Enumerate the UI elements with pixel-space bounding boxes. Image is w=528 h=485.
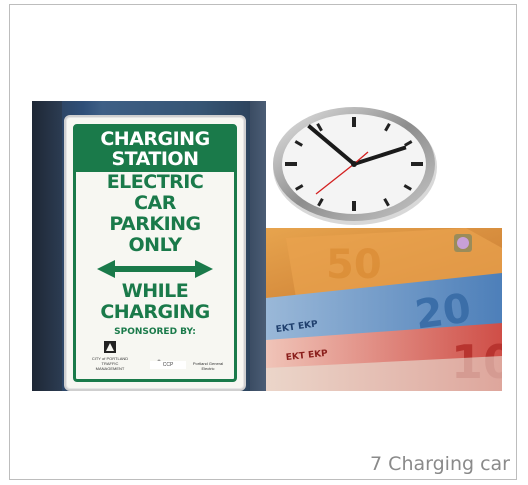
euro-banknotes-photo: 50 20 EKT EKP 10 EKT EKP: [266, 228, 502, 391]
sign-border: CHARGING STATION ELECTRIC CAR PARKING ON…: [73, 124, 237, 382]
sign-header-line-2: STATION: [111, 148, 199, 170]
city-portland-logo: CITY of PORTLAND TRAFFIC MANAGEMENT: [88, 339, 132, 371]
sign-line-car: CAR: [134, 192, 176, 214]
sign-line-only: ONLY: [128, 234, 182, 256]
sign-line-while: WHILE: [121, 280, 189, 302]
sign-code: CCP: [162, 362, 174, 368]
sponsored-label: SPONSORED BY:: [114, 327, 196, 337]
sign-header: CHARGING STATION: [76, 127, 234, 172]
pge-logo-text: Portland General Electric: [192, 361, 224, 371]
charging-sign-photo: CHARGING STATION ELECTRIC CAR PARKING ON…: [32, 101, 266, 391]
pge-logo: Portland General Electric: [186, 361, 230, 371]
double-arrow-icon: [97, 260, 213, 278]
sign-line-electric: ELECTRIC: [106, 171, 204, 193]
sign-line-parking: PARKING: [109, 213, 201, 235]
sign-code-plate: CCP: [150, 361, 186, 369]
sign-line-charging: CHARGING: [100, 301, 210, 323]
euro-50-label: 50: [326, 242, 382, 288]
city-seal-icon: [104, 341, 116, 353]
slide-caption: 7 Charging car: [370, 453, 510, 475]
sign-header-line-1: CHARGING: [100, 128, 210, 150]
wall-edge: [250, 101, 266, 391]
city-portland-logo-text: CITY of PORTLAND TRAFFIC MANAGEMENT: [91, 356, 129, 371]
post-shadow: [32, 101, 62, 391]
wall-clock-photo: [266, 101, 441, 227]
parking-sign: CHARGING STATION ELECTRIC CAR PARKING ON…: [64, 115, 246, 391]
clock-icon: [273, 107, 437, 225]
sponsor-logos: CITY of PORTLAND TRAFFIC MANAGEMENT Port…: [82, 337, 228, 371]
euro-notes-image: 50 20 EKT EKP 10 EKT EKP: [266, 228, 502, 391]
